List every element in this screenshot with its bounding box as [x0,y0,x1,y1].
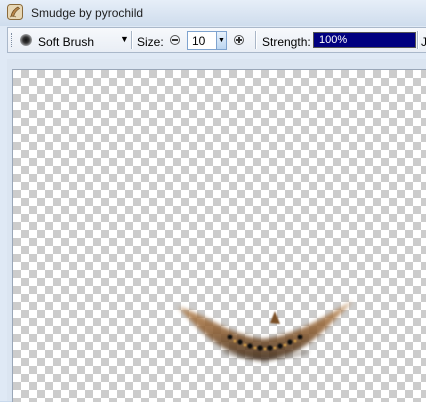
window-title: Smudge by pyrochild [31,6,144,20]
strength-label: Strength: [262,35,311,49]
spin-down-icon[interactable]: ▼ [216,32,226,49]
minus-circle-icon[interactable] [170,35,180,45]
strength-slider[interactable]: 100% [313,32,416,48]
toolbar-separator [131,31,133,49]
canvas-frame [7,59,426,402]
smudge-finger-icon [7,4,23,20]
brush-label: Soft Brush [38,35,95,49]
soft-brush-icon [20,34,32,46]
smudge-dialog-window: Smudge by pyrochild Soft Brush ▼ Size: 1… [0,0,426,402]
smudged-image-content [178,301,353,361]
size-value[interactable]: 10 [192,34,205,48]
size-label: Size: [137,35,164,49]
plus-circle-icon[interactable] [234,35,244,45]
image-canvas[interactable] [12,69,426,402]
size-input[interactable]: 10 ▼ [187,31,227,50]
toolbar-grip[interactable] [11,33,15,47]
strength-value: 100% [319,34,348,46]
title-bar[interactable]: Smudge by pyrochild [0,0,426,26]
chevron-down-icon[interactable]: ▼ [120,34,129,44]
toolbar: Soft Brush ▼ Size: 10 ▼ Strength: 100% J [7,27,426,53]
truncated-toolbar-item: J [421,35,426,49]
toolbar-separator [255,31,257,49]
toolbar-separator [417,31,419,49]
